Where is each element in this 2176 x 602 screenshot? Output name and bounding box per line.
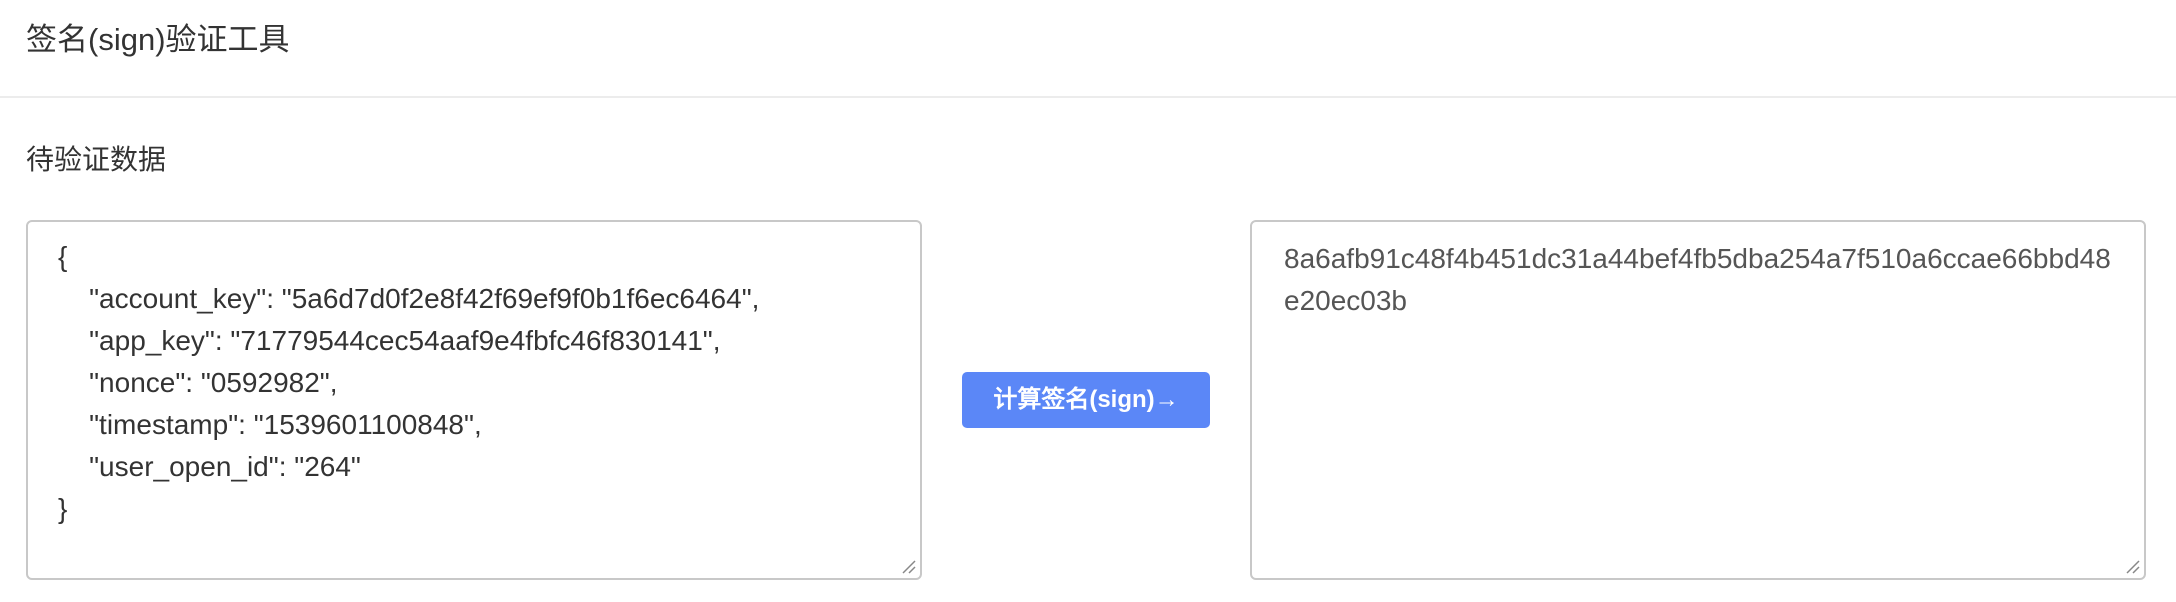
compute-sign-button[interactable]: 计算签名(sign)→ <box>962 372 1210 428</box>
page-title: 签名(sign)验证工具 <box>26 22 290 57</box>
input-section-label: 待验证数据 <box>26 144 167 175</box>
page-header: 签名(sign)验证工具 <box>0 0 2176 98</box>
sign-output-textarea[interactable]: 8a6afb91c48f4b451dc31a44bef4fb5dba254a7f… <box>1250 220 2146 580</box>
data-input-textarea[interactable]: { "account_key": "5a6d7d0f2e8f42f69ef9f0… <box>26 220 922 580</box>
